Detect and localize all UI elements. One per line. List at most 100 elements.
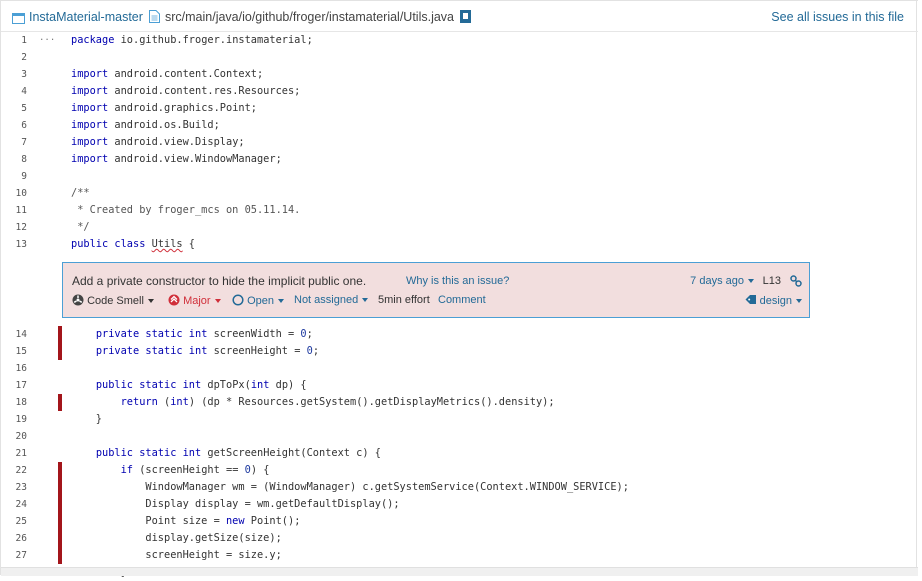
code-line: 16 bbox=[1, 360, 918, 377]
code-line: 11 * Created by froger_mcs on 05.11.14. bbox=[1, 202, 918, 219]
line-code: import android.view.Display; bbox=[71, 136, 245, 148]
uncovered-marker bbox=[58, 530, 62, 547]
issue-status: Open bbox=[247, 295, 274, 307]
more-options-icon[interactable]: ... bbox=[39, 33, 55, 43]
uncovered-marker bbox=[58, 496, 62, 513]
line-code: /** bbox=[71, 187, 90, 199]
code-line: 27 screenHeight = size.y; bbox=[1, 547, 918, 564]
line-number[interactable]: 22 bbox=[1, 465, 27, 476]
line-code: * Created by froger_mcs on 05.11.14. bbox=[71, 204, 301, 216]
line-number[interactable]: 13 bbox=[1, 239, 27, 250]
line-number[interactable]: 18 bbox=[1, 397, 27, 408]
code-line: 15 private static int screenHeight = 0; bbox=[1, 343, 918, 360]
line-number[interactable]: 16 bbox=[1, 363, 27, 374]
issue-assignee-dropdown[interactable]: Not assigned bbox=[294, 294, 369, 306]
code-line: 1 ... package io.github.froger.instamate… bbox=[1, 32, 918, 49]
chevron-down-icon bbox=[147, 299, 154, 304]
file-header: InstaMaterial-master src/main/java/io/gi… bbox=[1, 0, 918, 32]
open-status-icon bbox=[232, 294, 244, 306]
uncovered-marker bbox=[58, 547, 62, 564]
issue-message[interactable]: Add a private constructor to hide the im… bbox=[72, 274, 366, 288]
file-icon bbox=[149, 10, 160, 28]
code-line: 18 return (int) (dp * Resources.getSyste… bbox=[1, 394, 918, 411]
code-viewer: InstaMaterial-master src/main/java/io/gi… bbox=[0, 0, 918, 578]
issue-effort: 5min effort bbox=[378, 294, 430, 306]
chevron-down-icon bbox=[748, 279, 754, 284]
issue-box[interactable]: Add a private constructor to hide the im… bbox=[62, 262, 810, 318]
line-code: public static int getScreenHeight(Contex… bbox=[95, 447, 381, 459]
line-code: display.getSize(size); bbox=[71, 532, 282, 544]
line-number[interactable]: 20 bbox=[1, 431, 27, 442]
why-is-this-an-issue-link[interactable]: Why is this an issue? bbox=[406, 275, 509, 287]
code-line: 14 private static int screenWidth = 0; bbox=[1, 326, 918, 343]
code-line: 9 bbox=[1, 168, 918, 185]
line-number[interactable]: 26 bbox=[1, 533, 27, 544]
line-number[interactable]: 6 bbox=[1, 120, 27, 131]
code-line: 5 import android.graphics.Point; bbox=[1, 100, 918, 117]
permalink-icon[interactable] bbox=[790, 274, 802, 292]
line-number[interactable]: 4 bbox=[1, 86, 27, 97]
code-line: 7 import android.view.Display; bbox=[1, 134, 918, 151]
line-number[interactable]: 11 bbox=[1, 205, 27, 216]
line-number[interactable]: 17 bbox=[1, 380, 27, 391]
project-icon bbox=[12, 11, 25, 29]
line-number[interactable]: 2 bbox=[1, 52, 27, 63]
see-all-issues-link[interactable]: See all issues in this file bbox=[771, 10, 904, 24]
line-number[interactable]: 3 bbox=[1, 69, 27, 80]
code-line: 20 bbox=[1, 428, 918, 445]
issue-tags-dropdown[interactable]: design bbox=[745, 294, 802, 307]
line-number[interactable]: 24 bbox=[1, 499, 27, 510]
line-number[interactable]: 9 bbox=[1, 171, 27, 182]
code-line: 3 import android.content.Context; bbox=[1, 66, 918, 83]
line-code: import android.content.Context; bbox=[71, 68, 264, 80]
issue-status-dropdown[interactable]: Open bbox=[232, 294, 284, 307]
issue-age-dropdown[interactable]: 7 days ago bbox=[690, 275, 754, 287]
chevron-down-icon bbox=[214, 299, 221, 304]
line-number[interactable]: 25 bbox=[1, 516, 27, 527]
line-number[interactable]: 27 bbox=[1, 550, 27, 561]
code-line: 25 Point size = new Point(); bbox=[1, 513, 918, 530]
comment-link[interactable]: Comment bbox=[438, 294, 486, 306]
line-number[interactable]: 19 bbox=[1, 414, 27, 425]
line-code: } bbox=[71, 413, 102, 425]
issue-age: 7 days ago bbox=[690, 275, 744, 287]
line-number[interactable]: 7 bbox=[1, 137, 27, 148]
line-number[interactable]: 21 bbox=[1, 448, 27, 459]
line-number[interactable]: 12 bbox=[1, 222, 27, 233]
code-line: 23 WindowManager wm = (WindowManager) c.… bbox=[1, 479, 918, 496]
file-path: src/main/java/io/github/froger/instamate… bbox=[165, 10, 455, 24]
project-link[interactable]: InstaMaterial-master bbox=[29, 10, 143, 24]
issue-line-number[interactable]: L13 bbox=[763, 275, 781, 287]
line-code: import android.os.Build; bbox=[71, 119, 220, 131]
uncovered-marker bbox=[58, 479, 62, 496]
line-code: public static int dpToPx(int dp) { bbox=[95, 379, 307, 391]
line-number[interactable]: 23 bbox=[1, 482, 27, 493]
major-severity-icon bbox=[168, 294, 180, 306]
line-number[interactable]: 10 bbox=[1, 188, 27, 199]
code-line: 4 import android.content.res.Resources; bbox=[1, 83, 918, 100]
uncovered-marker bbox=[58, 394, 62, 411]
line-code: private static int screenWidth = 0; bbox=[95, 328, 313, 340]
code-line: 12 */ bbox=[1, 219, 918, 236]
issue-type-dropdown[interactable]: Code Smell bbox=[72, 294, 154, 307]
issue-severity-dropdown[interactable]: Major bbox=[168, 294, 221, 307]
line-number[interactable]: 8 bbox=[1, 154, 27, 165]
uncovered-marker bbox=[58, 462, 62, 479]
issue-tag: design bbox=[759, 295, 792, 307]
code-line: 22 if (screenHeight == 0) { bbox=[1, 462, 918, 479]
line-code: private static int screenHeight = 0; bbox=[95, 345, 320, 357]
code-line: 21 public static int getScreenHeight(Con… bbox=[1, 445, 918, 462]
line-number[interactable]: 5 bbox=[1, 103, 27, 114]
line-number[interactable]: 15 bbox=[1, 346, 27, 357]
line-code: public class Utils { bbox=[71, 238, 196, 250]
line-code: screenHeight = size.y; bbox=[71, 549, 282, 561]
code-line: 19 } bbox=[1, 411, 918, 428]
line-number[interactable]: 1 bbox=[1, 35, 27, 46]
line-code: import android.view.WindowManager; bbox=[71, 153, 282, 165]
code-line: 10 /** bbox=[1, 185, 918, 202]
code-line: 6 import android.os.Build; bbox=[1, 117, 918, 134]
line-code: */ bbox=[71, 221, 90, 233]
line-code: import android.content.res.Resources; bbox=[71, 85, 301, 97]
line-number[interactable]: 14 bbox=[1, 329, 27, 340]
bookmark-icon[interactable] bbox=[460, 10, 471, 28]
